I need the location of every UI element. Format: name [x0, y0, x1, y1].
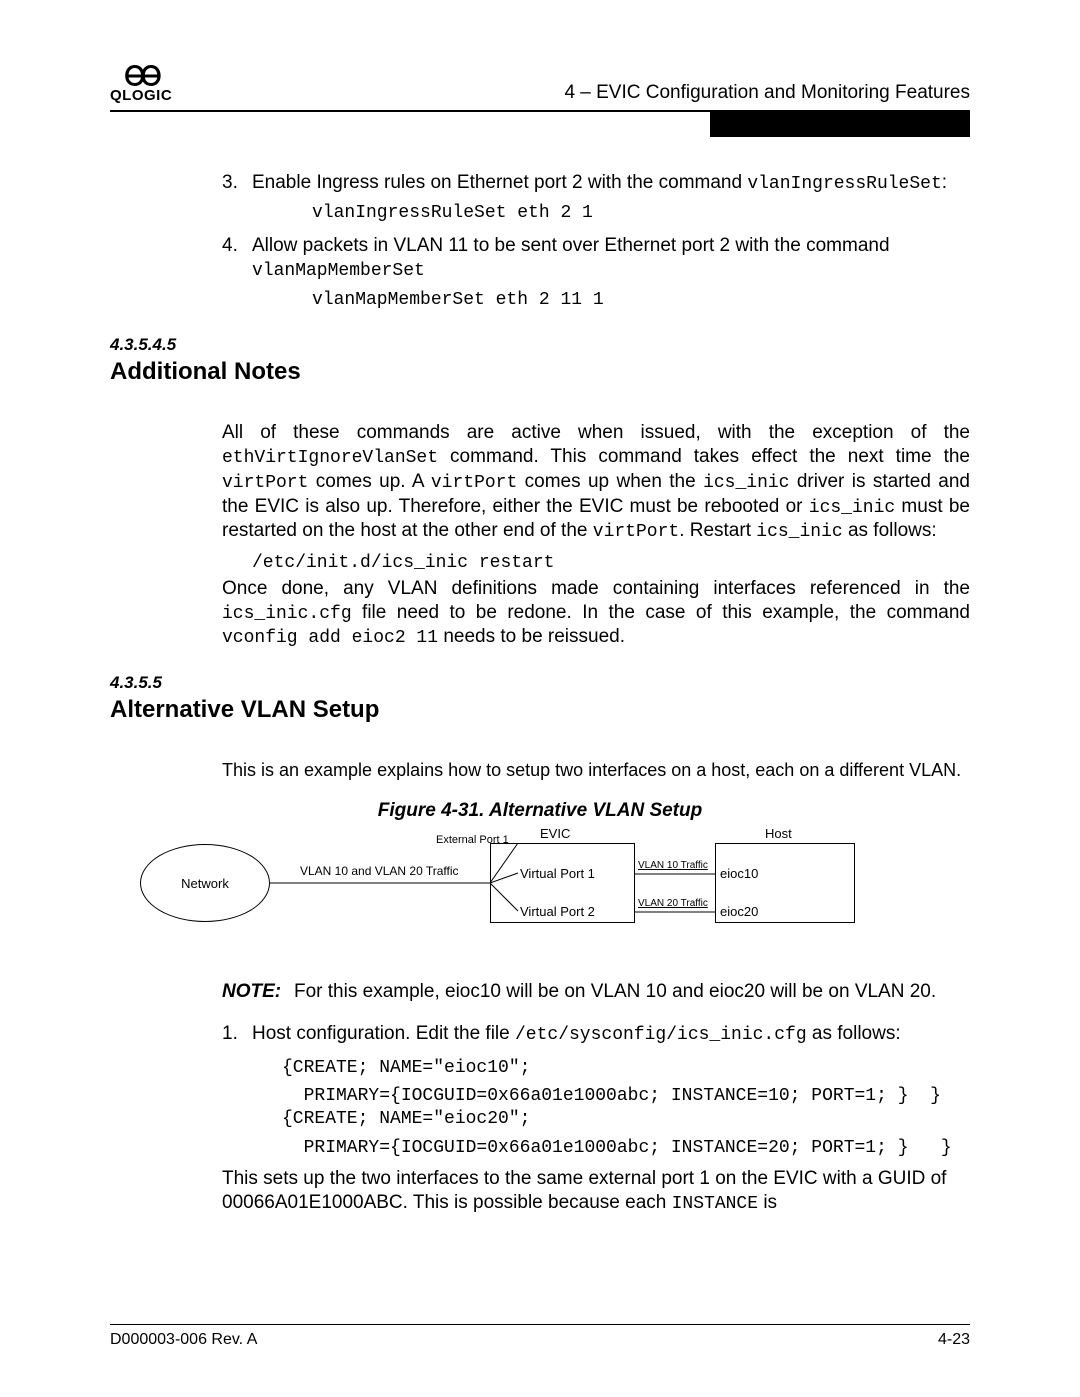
qlogic-logo: ᎾᎾ QLOGIC	[110, 65, 172, 104]
inline-code: virtPort	[593, 522, 679, 542]
page-footer: D000003-006 Rev. A 4-23	[110, 1324, 970, 1349]
diagram-connector	[490, 843, 635, 923]
diagram-label: eioc20	[720, 904, 758, 919]
logo-text: QLOGIC	[110, 87, 172, 104]
tab-bar	[710, 111, 970, 137]
body-text: Allow packets in VLAN 11 to be sent over…	[252, 235, 890, 256]
inline-code: /etc/sysconfig/ics_inic.cfg	[515, 1025, 807, 1045]
footer-rule	[110, 1324, 970, 1325]
body-text: needs to be reissued.	[438, 626, 625, 647]
step-number: 3.	[222, 171, 238, 195]
page-header: ᎾᎾ QLOGIC 4 – EVIC Configuration and Mon…	[110, 58, 970, 104]
note-label: NOTE:	[222, 980, 294, 1004]
body-text: as follows:	[807, 1023, 901, 1044]
colon: :	[942, 172, 947, 193]
code-block: vlanMapMemberSet eth 2 11 1	[282, 289, 970, 312]
footer-docid: D000003-006 Rev. A	[110, 1331, 257, 1349]
figure-diagram: Network VLAN 10 and VLAN 20 Traffic Exte…	[140, 826, 860, 946]
inline-code: vlanMapMemberSet	[252, 261, 425, 281]
body-text: All of these commands are active when is…	[222, 422, 970, 443]
inline-code: vconfig add eioc2 11	[222, 628, 438, 648]
inline-code: virtPort	[431, 473, 517, 493]
inline-code: ics_inic.cfg	[222, 604, 352, 624]
body-text: comes up when the	[517, 471, 703, 492]
inline-code: ics_inic	[703, 473, 789, 493]
code-block: {CREATE; NAME="eioc10";	[252, 1057, 970, 1080]
code-block: PRIMARY={IOCGUID=0x66a01e1000abc; INSTAN…	[252, 1085, 970, 1108]
step-3: 3. Enable Ingress rules on Ethernet port…	[222, 171, 970, 224]
step-4: 4. Allow packets in VLAN 11 to be sent o…	[222, 234, 970, 311]
diagram-label: VLAN 10 and VLAN 20 Traffic	[300, 864, 459, 878]
diagram-label: Network	[181, 876, 229, 891]
inline-code: vlanIngressRuleSet	[747, 174, 941, 194]
body-text: file need to be redone. In the case of t…	[352, 602, 970, 623]
body-text: is	[758, 1192, 777, 1213]
body-text: Once done, any VLAN definitions made con…	[222, 578, 970, 599]
logo-glyph-icon: ᎾᎾ	[125, 65, 158, 87]
figure-caption: Figure 4-31. Alternative VLAN Setup	[110, 800, 970, 822]
note-text: For this example, eioc10 will be on VLAN…	[294, 980, 936, 1004]
body-text: . Restart	[679, 520, 756, 541]
body-text: comes up. A	[308, 471, 430, 492]
code-block: {CREATE; NAME="eioc20";	[252, 1108, 970, 1131]
inline-code: virtPort	[222, 473, 308, 493]
section-heading: Additional Notes	[110, 357, 970, 387]
code-block: PRIMARY={IOCGUID=0x66a01e1000abc; INSTAN…	[252, 1137, 970, 1160]
code-block: /etc/init.d/ics_inic restart	[222, 552, 970, 575]
body-text: as follows:	[843, 520, 937, 541]
body-text: Enable Ingress rules on Ethernet port 2 …	[252, 172, 747, 193]
diagram-label: VLAN 20 Traffic	[638, 898, 708, 909]
diagram-label: Host	[765, 826, 792, 841]
body-text: command. This command takes effect the n…	[438, 446, 970, 467]
inline-code: ics_inic	[756, 522, 842, 542]
body-text: This sets up the two interfaces to the s…	[222, 1168, 946, 1213]
inline-code: INSTANCE	[672, 1194, 758, 1214]
diagram-label: EVIC	[540, 826, 570, 841]
step-number: 1.	[222, 1022, 238, 1046]
page: ᎾᎾ QLOGIC 4 – EVIC Configuration and Mon…	[0, 0, 1080, 1397]
step-1: 1. Host configuration. Edit the file /et…	[222, 1022, 970, 1159]
note: NOTE: For this example, eioc10 will be o…	[222, 980, 970, 1004]
diagram-label: eioc10	[720, 866, 758, 881]
inline-code: ics_inic	[809, 498, 895, 518]
section-number: 4.3.5.5	[110, 672, 970, 693]
body-text: This is an example explains how to setup…	[222, 760, 961, 780]
diagram-label: VLAN 10 Traffic	[638, 860, 708, 871]
chapter-title: 4 – EVIC Configuration and Monitoring Fe…	[564, 82, 970, 104]
section-number: 4.3.5.4.5	[110, 334, 970, 355]
code-block: vlanIngressRuleSet eth 2 1	[282, 202, 970, 225]
inline-code: ethVirtIgnoreVlanSet	[222, 448, 438, 468]
diagram-network: Network	[140, 844, 270, 922]
footer-page-number: 4-23	[938, 1331, 970, 1349]
section-heading: Alternative VLAN Setup	[110, 695, 970, 725]
diagram-connector	[635, 826, 715, 946]
step-number: 4.	[222, 234, 238, 258]
body-text: Host configuration. Edit the file	[252, 1023, 515, 1044]
